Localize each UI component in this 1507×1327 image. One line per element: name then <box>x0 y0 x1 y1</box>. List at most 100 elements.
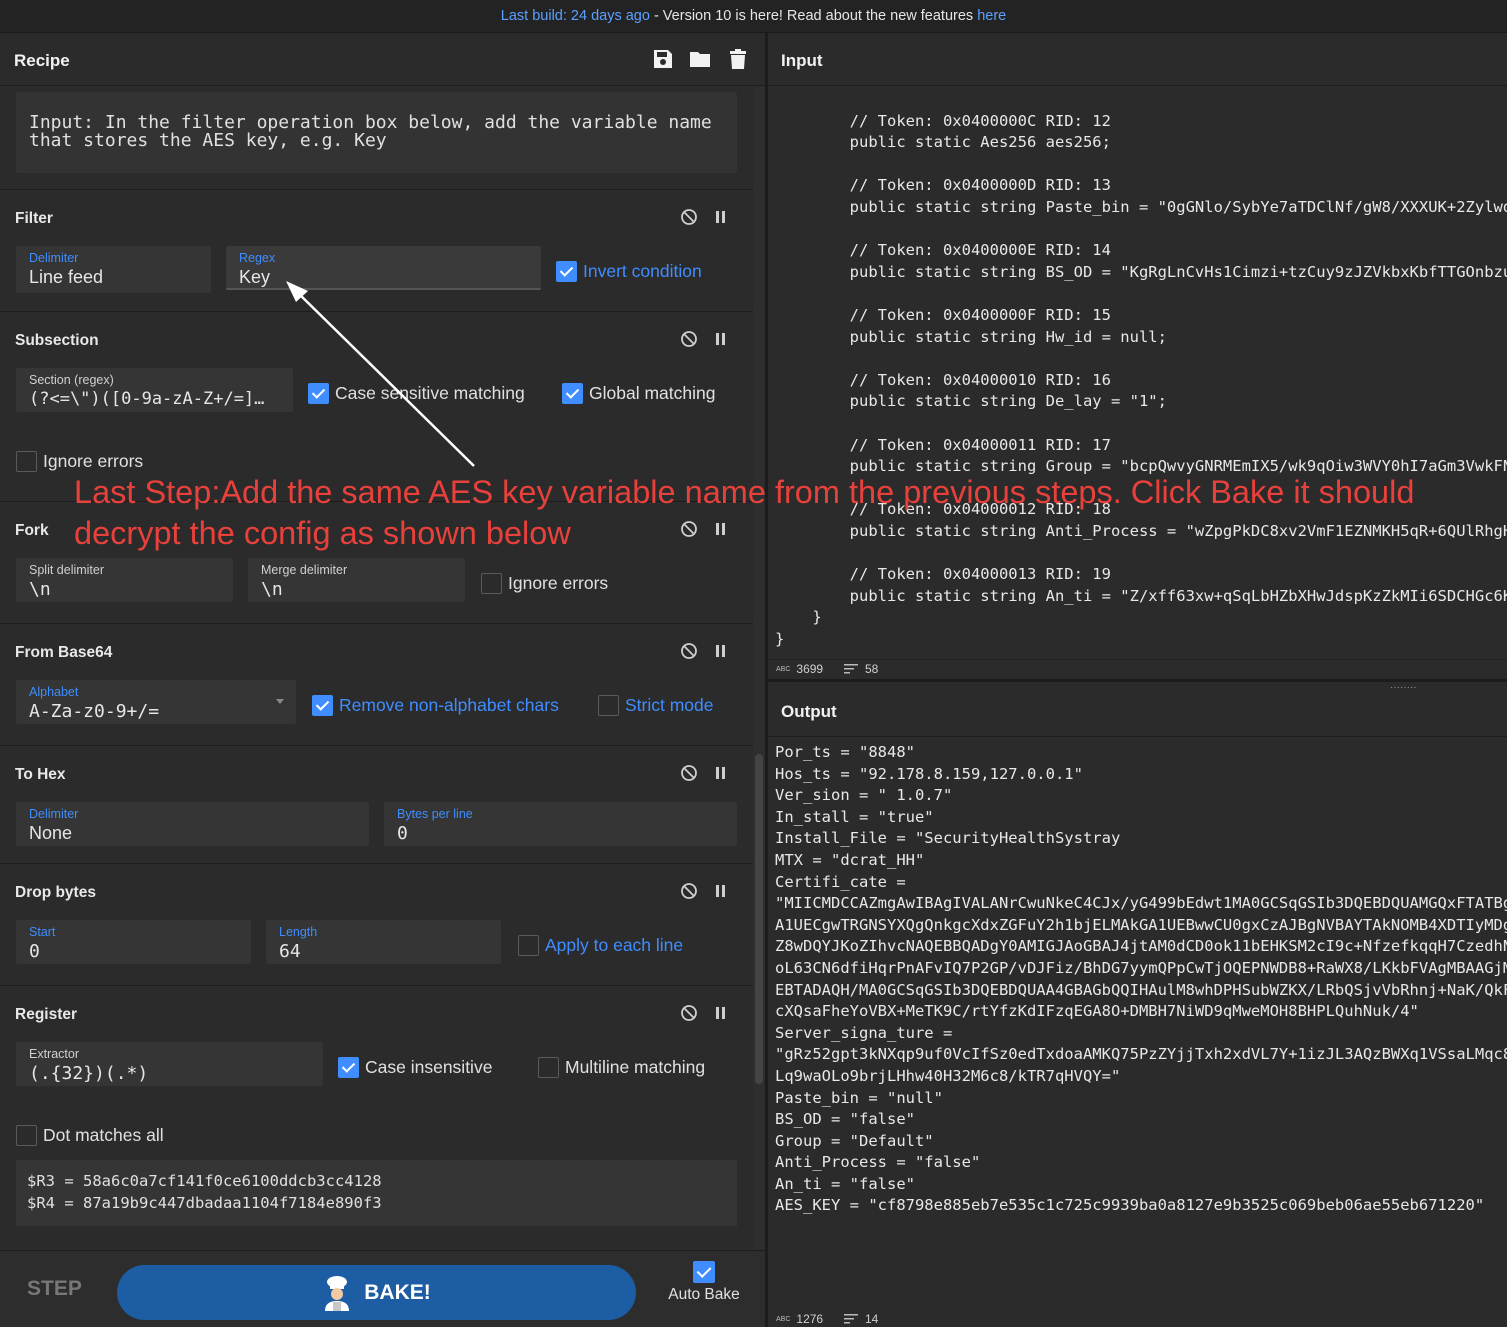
checkbox-label: Remove non-alphabet chars <box>339 695 559 715</box>
bake-label: BAKE! <box>364 1280 431 1304</box>
ignore-errors-checkbox[interactable]: Ignore errors <box>481 573 608 594</box>
extractor-field[interactable]: Extractor (.{32})(.*) <box>16 1042 323 1086</box>
split-delimiter-field[interactable]: Split delimiter \n <box>16 558 233 602</box>
lines-value: 14 <box>865 1312 879 1326</box>
field-value: \n <box>29 579 51 600</box>
pause-icon[interactable] <box>716 767 725 779</box>
delimiter-field[interactable]: Delimiter Line feed <box>16 246 211 293</box>
features-link[interactable]: here <box>977 8 1006 24</box>
field-value: Key <box>239 267 271 287</box>
lines-icon <box>844 1314 858 1324</box>
field-value: 64 <box>279 941 301 962</box>
merge-delimiter-field[interactable]: Merge delimiter \n <box>248 558 465 602</box>
regex-field[interactable]: Regex Key <box>226 246 541 290</box>
checkbox-unchecked <box>518 935 539 956</box>
pause-icon[interactable] <box>716 645 725 657</box>
pause-icon[interactable] <box>716 1007 725 1019</box>
op-controls <box>681 765 725 781</box>
output-text[interactable]: Por_ts = "8848" Hos_ts = "92.178.8.159,1… <box>775 742 1507 1302</box>
multiline-checkbox[interactable]: Multiline matching <box>538 1057 705 1078</box>
caret-down-icon <box>276 699 284 704</box>
circle-slash-icon[interactable] <box>681 765 697 781</box>
pause-icon[interactable] <box>716 885 725 897</box>
lines-value: 58 <box>865 662 879 676</box>
circle-slash-icon[interactable] <box>681 883 697 899</box>
delimiter-select[interactable]: Delimiter None <box>16 802 369 846</box>
op-controls <box>681 643 725 659</box>
apply-each-line-checkbox[interactable]: Apply to each line <box>518 935 683 956</box>
field-value: 0 <box>29 941 40 962</box>
circle-slash-icon[interactable] <box>681 1005 697 1021</box>
trash-icon[interactable] <box>726 47 750 71</box>
recipe-comment-box[interactable]: Input: In the filter operation box below… <box>16 92 737 173</box>
length-field[interactable]: Length 64 <box>266 920 501 964</box>
pause-icon[interactable] <box>716 523 725 535</box>
field-label: Length <box>279 925 318 939</box>
abc-icon: ABC <box>776 1315 791 1323</box>
circle-slash-icon[interactable] <box>681 331 697 347</box>
scrollbar-thumb[interactable] <box>755 754 763 1084</box>
field-label: Alphabet <box>29 685 79 699</box>
alphabet-select[interactable]: Alphabet A-Za-z0-9+/= <box>16 680 296 724</box>
op-title: Subsection <box>15 332 99 349</box>
field-label: Section (regex) <box>29 373 114 387</box>
checkbox-unchecked <box>598 695 619 716</box>
section-regex-field[interactable]: Section (regex) (?<=\")([0-9a-zA-Z+/=]… <box>16 368 293 412</box>
field-value: (.{32})(.*) <box>29 1063 149 1084</box>
field-value: (?<=\")([0-9a-zA-Z+/=]… <box>29 389 265 409</box>
start-field[interactable]: Start 0 <box>16 920 251 964</box>
input-text[interactable]: // Token: 0x0400000C RID: 12 public stat… <box>775 89 1507 659</box>
chef-icon <box>325 1275 350 1311</box>
last-build-link[interactable]: Last build: 24 days ago <box>501 8 650 24</box>
bake-button[interactable]: BAKE! <box>117 1265 636 1320</box>
checkbox-label: Case sensitive matching <box>335 383 525 403</box>
checkbox-label: Multiline matching <box>565 1057 706 1077</box>
pause-icon[interactable] <box>716 333 725 345</box>
folder-icon[interactable] <box>688 47 712 71</box>
top-banner: Last build: 24 days ago - Version 10 is … <box>0 0 1507 33</box>
strict-mode-checkbox[interactable]: Strict mode <box>598 695 714 716</box>
field-label: Merge delimiter <box>261 563 348 577</box>
pause-icon[interactable] <box>716 211 725 223</box>
remove-non-alphabet-checkbox[interactable]: Remove non-alphabet chars <box>312 695 559 716</box>
field-label: Delimiter <box>29 251 79 265</box>
floppy-disk-icon[interactable] <box>651 47 675 71</box>
input-title: Input <box>781 51 823 70</box>
checkbox-label: Ignore errors <box>43 451 144 471</box>
bytes-per-line-field[interactable]: Bytes per line 0 <box>384 802 737 846</box>
op-title: From Base64 <box>15 644 113 661</box>
lines-stat: 14 <box>844 1312 878 1326</box>
checkbox-unchecked <box>538 1057 559 1078</box>
recipe-scrollbar[interactable] <box>753 86 765 1250</box>
checkbox-label: Apply to each line <box>545 935 684 955</box>
checkbox-checked <box>308 383 329 404</box>
circle-slash-icon[interactable] <box>681 521 697 537</box>
length-value: 3699 <box>796 662 824 676</box>
recipe-panel: Recipe Input: In the filter operation bo… <box>0 33 765 1327</box>
invert-condition-checkbox[interactable]: Invert condition <box>556 261 702 282</box>
op-drop-bytes: Drop bytes Start 0 Length 64 Apply to ea… <box>0 863 753 985</box>
step-button[interactable]: STEP <box>27 1277 82 1301</box>
global-matching-checkbox[interactable]: Global matching <box>562 383 715 404</box>
auto-bake-checkbox[interactable]: Auto Bake <box>662 1261 746 1304</box>
op-controls <box>681 883 725 899</box>
circle-slash-icon[interactable] <box>681 643 697 659</box>
op-title: Drop bytes <box>15 884 96 901</box>
checkbox-checked <box>556 261 577 282</box>
field-label: Start <box>29 925 56 939</box>
op-title: To Hex <box>15 766 66 783</box>
checkbox-label: Invert condition <box>583 261 702 281</box>
op-from-base64: From Base64 Alphabet A-Za-z0-9+/= Remove… <box>0 623 753 745</box>
checkbox-label: Strict mode <box>625 695 714 715</box>
dot-matches-all-checkbox[interactable]: Dot matches all <box>16 1125 164 1146</box>
case-sensitive-checkbox[interactable]: Case sensitive matching <box>308 383 525 404</box>
op-title: Register <box>15 1006 78 1023</box>
output-status-bar: ABC 1276 14 <box>768 1310 1507 1327</box>
banner-text: - Version 10 is here! Read about the new… <box>649 8 978 24</box>
circle-slash-icon[interactable] <box>681 209 697 225</box>
op-filter: Filter Delimiter Line feed Regex Key Inv… <box>0 189 753 311</box>
ignore-errors-checkbox[interactable]: Ignore errors <box>16 451 143 472</box>
checkbox-checked <box>312 695 333 716</box>
checkbox-unchecked <box>16 451 37 472</box>
case-insensitive-checkbox[interactable]: Case insensitive <box>338 1057 492 1078</box>
